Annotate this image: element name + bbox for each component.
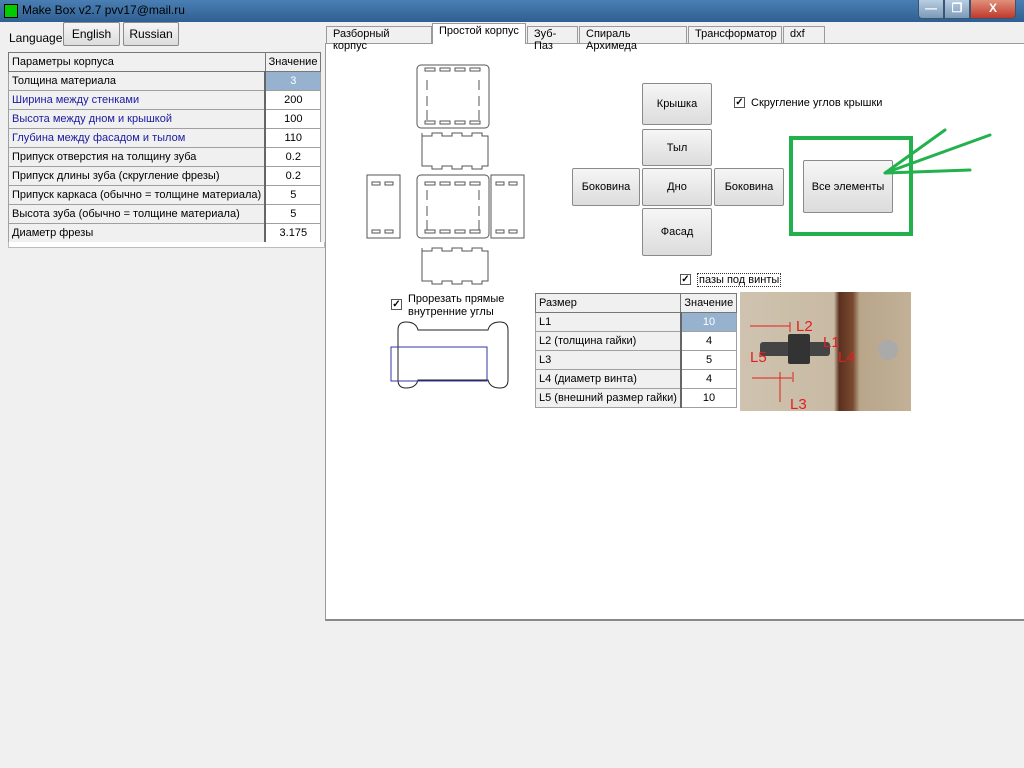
row-name: Ширина между стенками [8,90,267,110]
table-row: Диаметр фрезы 3.175 [8,223,322,243]
table-row: L5 (внешний размер гайки) 10 [534,388,738,408]
table-row: Высота между дном и крышкой 100 [8,109,322,129]
table-row: Толщина материала 3 [8,71,322,91]
row-value-cell[interactable]: 0.2 [264,147,322,167]
photo-label-l5: L5 [750,349,767,366]
table-row: Припуск длины зуба (скругление фрезы) 0.2 [8,166,322,186]
app-icon [4,4,18,18]
row-name: Припуск отверстия на толщину зуба [8,147,267,167]
row-name: Припуск длины зуба (скругление фрезы) [8,166,267,186]
lid-button[interactable]: Крышка [642,83,712,125]
row-name: Припуск каркаса (обычно = толщине матери… [8,185,267,205]
photo-label-l4: L4 [838,349,855,366]
row-name: L5 (внешний размер гайки) [534,388,682,408]
tab-4[interactable]: Трансформатор [688,26,782,43]
screw-slots-checkbox[interactable]: ✓ [680,274,691,285]
photo-label-l3: L3 [790,396,807,413]
row-value-cell[interactable]: 10 [680,312,738,332]
tab-2[interactable]: Зуб-Паз [527,26,578,52]
header-value: Значение [680,293,738,313]
table-row: Глубина между фасадом и тылом 110 [8,128,322,148]
annotation-highlight [789,128,992,236]
row-name: L3 [534,350,682,370]
row-name: L2 (толщина гайки) [534,331,682,351]
row-value-cell[interactable]: 5 [680,350,738,370]
table-row: L3 5 [534,350,738,370]
back-button[interactable]: Тыл [642,129,712,166]
tab-0[interactable]: Разборный корпус [326,26,432,52]
screw-table: Размер Значение L1 10 L2 (толщина гайки) 4 L3 5… [534,293,738,408]
row-value-cell[interactable]: 4 [680,369,738,389]
row-name: Глубина между фасадом и тылом [8,128,267,148]
photo-label-l2: L2 [796,318,813,335]
english-button[interactable]: English [63,22,120,46]
table-row: Припуск каркаса (обычно = толщине матери… [8,185,322,205]
row-value-cell[interactable]: 10 [680,388,738,408]
cut-corners-label-2: внутренние углы [408,306,494,318]
side-left-button[interactable]: Боковина [572,168,640,206]
screw-photo: L1 L2 L3 L4 L5 [740,292,911,413]
row-value-cell[interactable]: 3.175 [264,223,322,243]
params-table: Параметры корпуса Значение Толщина материа… [8,52,322,243]
round-lid-label: Скругление углов крышки [751,97,883,109]
header-name: Параметры корпуса [8,52,266,72]
table-row: Припуск отверстия на толщину зуба 0.2 [8,147,322,167]
row-name: Толщина материала [8,71,267,91]
table-row: L1 10 [534,312,738,332]
row-name: Диаметр фрезы [8,223,267,243]
cut-corners-checkbox[interactable]: ✓ [391,299,402,310]
row-value-cell[interactable]: 100 [264,109,322,129]
row-name: L1 [534,312,682,332]
minimize-button[interactable]: — [918,0,944,19]
table-row: Высота зуба (обычно = толщине материала)… [8,204,322,224]
tab-5[interactable]: dxf [783,26,825,43]
box-parts-preview [366,64,525,389]
table-row: Ширина между стенками 200 [8,90,322,110]
round-lid-checkbox[interactable]: ✓ [734,97,745,108]
russian-button[interactable]: Russian [123,22,179,46]
row-value-cell[interactable]: 4 [680,331,738,351]
row-value-cell[interactable]: 110 [264,128,322,148]
restore-button[interactable]: ❐ [944,0,970,19]
row-value-cell[interactable]: 200 [264,90,322,110]
header-name: Размер [534,293,682,313]
screw-slots-label: пазы под винты [697,273,782,287]
tab-3[interactable]: Спираль Архимеда [579,26,687,52]
table-bottom [8,242,325,248]
language-label: Language [9,31,63,45]
row-name: Высота зуба (обычно = толщине материала) [8,204,267,224]
cut-corners-label-1: Прорезать прямые [408,293,505,305]
row-value-cell[interactable]: 0.2 [264,166,322,186]
row-value-cell[interactable]: 5 [264,204,322,224]
row-name: Высота между дном и крышкой [8,109,267,129]
table-row: L2 (толщина гайки) 4 [534,331,738,351]
table-row: L4 (диаметр винта) 4 [534,369,738,389]
row-name: L4 (диаметр винта) [534,369,682,389]
header-value: Значение [264,52,322,72]
bottom-button[interactable]: Дно [642,168,712,206]
side-right-button[interactable]: Боковина [714,168,784,206]
tab-1[interactable]: Простой корпус [432,23,526,44]
row-value-cell[interactable]: 5 [264,185,322,205]
row-value-cell[interactable]: 3 [264,71,322,91]
close-button[interactable]: X [970,0,1016,19]
window-title: Make Box v2.7 pvv17@mail.ru [22,3,185,17]
front-button[interactable]: Фасад [642,208,712,256]
